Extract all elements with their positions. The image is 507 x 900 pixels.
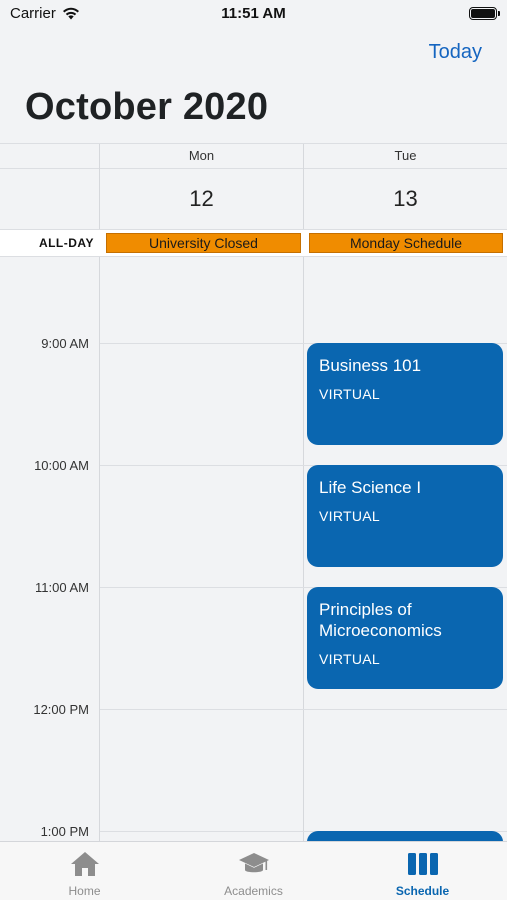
time-label: 1:00 PM (40, 824, 89, 839)
day-header-row: Mon 12 Tue 13 (0, 143, 507, 230)
today-button[interactable]: Today (429, 41, 482, 64)
hour-gridline (100, 709, 507, 710)
event-title: Life Science I (319, 478, 422, 497)
day-name: Tue (394, 148, 417, 163)
day-number: 13 (393, 186, 418, 211)
event-card[interactable] (307, 831, 503, 841)
status-time: 11:51 AM (221, 5, 286, 22)
event-location: VIRTUAL (319, 508, 380, 524)
all-day-row: ALL-DAY University Closed Monday Schedul… (0, 229, 507, 257)
status-bar: Carrier 11:51 AM (0, 0, 507, 30)
event-title: Business 101 (319, 356, 422, 375)
event-title: Principles of Microeconomics (319, 600, 442, 640)
tab-academics[interactable]: Academics (169, 842, 338, 900)
tab-label: Home (68, 884, 101, 898)
tab-bar: Home Academics Schedule (0, 841, 507, 900)
tab-schedule[interactable]: Schedule (338, 842, 507, 900)
all-day-label: ALL-DAY (38, 236, 94, 250)
time-label: 10:00 AM (34, 458, 89, 473)
home-icon (70, 852, 99, 876)
tab-home[interactable]: Home (0, 842, 169, 900)
month-title: October 2020 (25, 86, 269, 128)
tab-label: Schedule (395, 884, 450, 898)
day-column-tue[interactable]: Tue 13 (304, 144, 507, 230)
time-label: 12:00 PM (33, 702, 89, 717)
tab-label: Academics (224, 884, 283, 898)
battery-icon (469, 7, 500, 20)
event-card[interactable]: Life Science I VIRTUAL (307, 465, 503, 567)
time-label: 11:00 AM (35, 580, 89, 595)
day-name: Mon (188, 148, 215, 163)
graduation-cap-icon (238, 853, 269, 873)
event-location: VIRTUAL (319, 386, 380, 402)
all-day-event[interactable]: Monday Schedule (309, 233, 503, 253)
all-day-event[interactable]: University Closed (106, 233, 301, 253)
day-timeline[interactable]: 9:00 AM 10:00 AM 11:00 AM 12:00 PM 1:00 … (0, 257, 507, 841)
schedule-columns-icon (407, 853, 438, 875)
day-number: 12 (189, 186, 214, 211)
time-label: 9:00 AM (41, 336, 89, 351)
event-location: VIRTUAL (319, 651, 380, 667)
header-divider (0, 168, 100, 169)
day-column-mon[interactable]: Mon 12 (100, 144, 303, 230)
event-card[interactable]: Business 101 VIRTUAL (307, 343, 503, 445)
event-card[interactable]: Principles of Microeconomics VIRTUAL (307, 587, 503, 689)
